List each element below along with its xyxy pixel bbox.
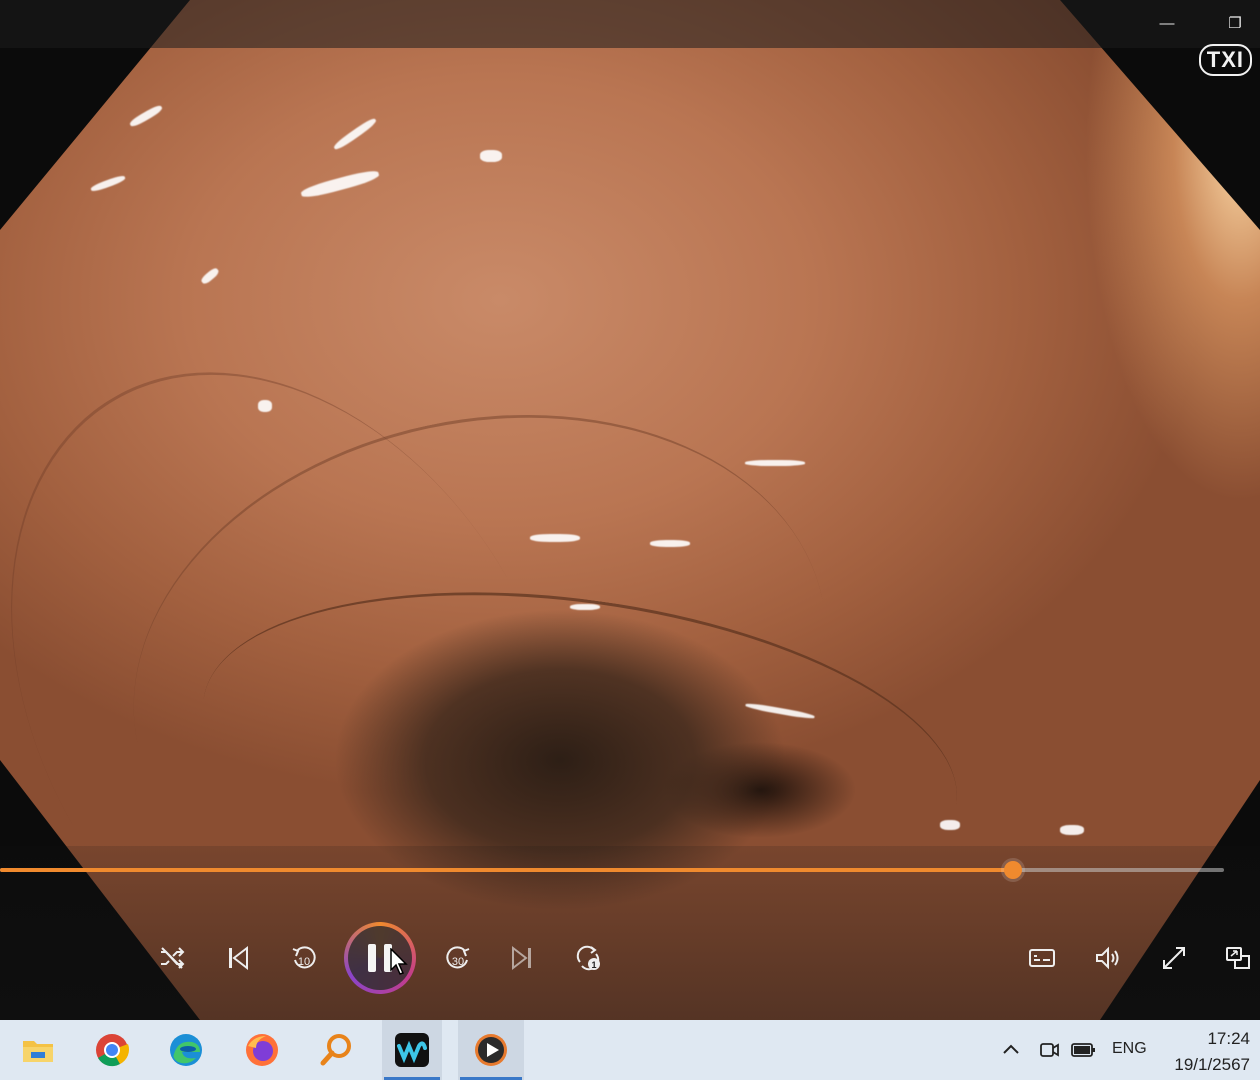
magnifier-icon <box>320 1034 351 1066</box>
captions-icon <box>1029 949 1055 967</box>
shuffle-icon <box>161 947 185 969</box>
forward-30-label: 30 <box>452 956 464 968</box>
miniplayer-icon <box>1226 947 1250 969</box>
subtitles-button[interactable] <box>1020 936 1064 980</box>
taskbar-media-player[interactable] <box>458 1020 524 1080</box>
taskbar-file-explorer[interactable] <box>8 1020 68 1080</box>
player-controls-panel <box>0 846 1260 1020</box>
skip-next-icon <box>512 945 531 971</box>
clock-date: 19/1/2567 <box>1174 1055 1250 1074</box>
seek-bar[interactable] <box>0 861 1224 879</box>
next-button[interactable] <box>500 936 544 980</box>
txi-mode-badge: TXI <box>1198 44 1252 76</box>
repeat-one-icon: 1 <box>576 945 600 971</box>
mouse-cursor-icon <box>390 948 408 975</box>
seek-bar-progress <box>0 868 1014 872</box>
speaker-icon <box>1096 946 1119 970</box>
minimize-button[interactable]: — <box>1152 10 1182 38</box>
clock-time: 17:24 <box>1207 1029 1250 1048</box>
fullscreen-button[interactable] <box>1152 936 1196 980</box>
title-bar: — ❐ <box>0 0 1260 48</box>
taskbar-search-app[interactable] <box>306 1020 366 1080</box>
forward-30-button[interactable]: 30 <box>436 936 480 980</box>
previous-button[interactable] <box>216 936 260 980</box>
webex-icon <box>395 1033 429 1067</box>
battery-icon[interactable] <box>1070 1040 1098 1060</box>
shuffle-button[interactable] <box>150 936 194 980</box>
system-clock[interactable]: 17:24 19/1/2567 <box>1174 1026 1250 1078</box>
volume-button[interactable] <box>1086 936 1130 980</box>
skip-previous-icon <box>229 945 248 971</box>
meeting-camera-icon[interactable] <box>1038 1039 1060 1061</box>
rewind-10-button[interactable]: 10 <box>282 936 326 980</box>
language-indicator[interactable]: ENG <box>1112 1040 1147 1058</box>
show-hidden-icons-chevron-icon[interactable] <box>1002 1042 1020 1056</box>
repeat-one-label: 1 <box>591 960 596 970</box>
media-player-icon <box>475 1034 507 1066</box>
taskbar: ENG 17:24 19/1/2567 <box>0 1020 1260 1080</box>
rewind-10-icon: 10 <box>292 946 316 969</box>
edge-icon <box>170 1034 202 1066</box>
miniplayer-button[interactable] <box>1216 936 1260 980</box>
restore-button[interactable]: ❐ <box>1220 10 1250 38</box>
forward-30-icon: 30 <box>446 946 470 969</box>
taskbar-edge[interactable] <box>156 1020 216 1080</box>
firefox-icon <box>246 1034 278 1066</box>
expand-icon <box>1163 947 1185 969</box>
rewind-10-label: 10 <box>298 956 310 968</box>
repeat-button[interactable]: 1 <box>566 936 610 980</box>
chrome-icon <box>96 1034 130 1067</box>
taskbar-firefox[interactable] <box>232 1020 292 1080</box>
taskbar-webex[interactable] <box>382 1020 442 1080</box>
folder-icon <box>23 1041 53 1062</box>
taskbar-chrome[interactable] <box>82 1020 142 1080</box>
